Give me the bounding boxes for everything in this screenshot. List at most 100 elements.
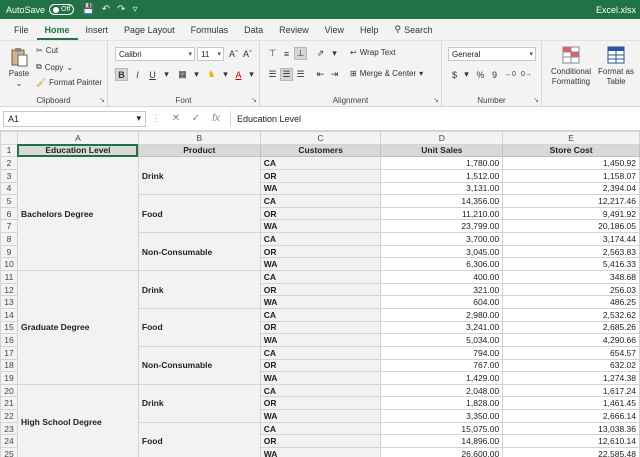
customers-cell[interactable]: CA xyxy=(259,383,382,398)
customers-cell[interactable]: CA xyxy=(259,345,382,360)
unit-sales-cell[interactable]: 23,799.00 xyxy=(380,219,504,234)
customers-cell[interactable]: WA xyxy=(259,295,382,309)
customers-cell[interactable]: WA xyxy=(259,333,382,347)
row-header[interactable]: 8 xyxy=(0,232,18,246)
unit-sales-cell[interactable]: 26,600.00 xyxy=(380,447,504,457)
customers-cell[interactable]: WA xyxy=(259,181,382,196)
unit-sales-cell[interactable]: 3,350.00 xyxy=(380,409,504,423)
header-unit-sales[interactable]: Unit Sales xyxy=(380,143,504,158)
row-header[interactable]: 7 xyxy=(0,219,18,234)
store-cost-cell[interactable]: 1,274.38 xyxy=(502,371,640,385)
row-header[interactable]: 25 xyxy=(0,447,18,457)
customers-cell[interactable]: CA xyxy=(259,421,382,436)
row-header[interactable]: 5 xyxy=(0,194,18,208)
percent-icon[interactable]: % xyxy=(474,68,487,81)
redo-icon[interactable]: ↷ xyxy=(117,4,125,15)
row-header[interactable]: 14 xyxy=(0,307,18,322)
column-header-a[interactable]: A xyxy=(16,131,139,145)
header-store-cost[interactable]: Store Cost xyxy=(502,143,640,158)
chevron-down-icon[interactable]: ▾ xyxy=(160,68,173,81)
row-header[interactable]: 16 xyxy=(0,333,18,347)
unit-sales-cell[interactable]: 794.00 xyxy=(380,345,504,360)
unit-sales-cell[interactable]: 14,896.00 xyxy=(380,434,504,449)
align-center-icon[interactable]: ☰ xyxy=(280,68,293,81)
customers-cell[interactable]: CA xyxy=(259,270,382,284)
product-cell[interactable]: Non-Consumable xyxy=(137,232,261,272)
tab-formulas[interactable]: Formulas xyxy=(183,25,237,40)
row-header[interactable]: 12 xyxy=(0,282,18,297)
format-as-table-button[interactable]: Format as Table xyxy=(596,45,636,87)
row-header[interactable]: 24 xyxy=(0,434,18,449)
customers-cell[interactable]: OR xyxy=(259,168,382,183)
name-box[interactable]: A1 ▾ xyxy=(3,110,146,127)
column-header-e[interactable]: E xyxy=(502,131,640,145)
conditional-formatting-button[interactable]: Conditional Formatting xyxy=(546,45,596,87)
store-cost-cell[interactable]: 348.68 xyxy=(502,270,640,284)
product-cell[interactable]: Food xyxy=(137,421,261,457)
search-box[interactable]: ⚲ Search xyxy=(387,24,441,40)
chevron-down-icon[interactable]: ▾ xyxy=(328,47,341,60)
formula-input[interactable]: Education Level xyxy=(230,110,640,127)
customers-cell[interactable]: CA xyxy=(259,307,382,322)
unit-sales-cell[interactable]: 11,210.00 xyxy=(380,206,504,221)
store-cost-cell[interactable]: 22,585.48 xyxy=(502,447,640,457)
unit-sales-cell[interactable]: 1,512.00 xyxy=(380,168,504,183)
store-cost-cell[interactable]: 654.57 xyxy=(502,345,640,360)
enter-icon[interactable]: ✓ xyxy=(186,113,206,124)
chevron-down-icon[interactable]: ▾ xyxy=(190,68,203,81)
align-middle-icon[interactable]: ≡ xyxy=(280,47,293,60)
header-customers[interactable]: Customers xyxy=(259,143,382,158)
customers-cell[interactable]: OR xyxy=(259,282,382,297)
decrease-font-size-icon[interactable]: Aˇ xyxy=(241,47,254,60)
row-header[interactable]: 18 xyxy=(0,358,18,373)
insert-function-icon[interactable]: fx xyxy=(206,113,226,124)
font-size-select[interactable]: 11 ▾ xyxy=(197,47,224,61)
unit-sales-cell[interactable]: 3,131.00 xyxy=(380,181,504,196)
tab-page-layout[interactable]: Page Layout xyxy=(116,25,183,40)
customers-cell[interactable]: OR xyxy=(259,396,382,411)
education-level-cell[interactable]: Graduate Degree xyxy=(16,270,139,385)
align-bottom-icon[interactable]: ⊥ xyxy=(294,47,307,60)
align-right-icon[interactable]: ☰ xyxy=(294,68,307,81)
unit-sales-cell[interactable]: 14,356.00 xyxy=(380,194,504,208)
unit-sales-cell[interactable]: 1,780.00 xyxy=(380,156,504,170)
store-cost-cell[interactable]: 1,450.92 xyxy=(502,156,640,170)
select-all-corner[interactable] xyxy=(0,131,18,145)
store-cost-cell[interactable]: 2,563.83 xyxy=(502,244,640,259)
increase-font-size-icon[interactable]: Aˆ xyxy=(227,47,240,60)
row-header[interactable]: 20 xyxy=(0,383,18,398)
increase-decimal-icon[interactable]: ←0 xyxy=(504,68,517,81)
column-header-c[interactable]: C xyxy=(259,131,382,145)
row-header[interactable]: 6 xyxy=(0,206,18,221)
row-header[interactable]: 3 xyxy=(0,168,18,183)
fill-color-icon[interactable]: ♞ xyxy=(205,68,218,81)
unit-sales-cell[interactable]: 3,045.00 xyxy=(380,244,504,259)
tab-view[interactable]: View xyxy=(317,25,352,40)
store-cost-cell[interactable]: 2,685.26 xyxy=(502,320,640,335)
row-header[interactable]: 1 xyxy=(0,143,18,158)
undo-icon[interactable]: ↶ xyxy=(102,4,110,15)
store-cost-cell[interactable]: 12,217.46 xyxy=(502,194,640,208)
unit-sales-cell[interactable]: 1,828.00 xyxy=(380,396,504,411)
unit-sales-cell[interactable]: 400.00 xyxy=(380,270,504,284)
unit-sales-cell[interactable]: 5,034.00 xyxy=(380,333,504,347)
dialog-launcher-icon[interactable]: ↘ xyxy=(251,96,257,104)
customers-cell[interactable]: WA xyxy=(259,219,382,234)
customize-toolbar-icon[interactable]: ▿ xyxy=(132,4,137,15)
dialog-launcher-icon[interactable]: ↘ xyxy=(99,96,105,104)
font-color-icon[interactable]: A xyxy=(232,68,245,81)
customers-cell[interactable]: OR xyxy=(259,434,382,449)
row-header[interactable]: 2 xyxy=(0,156,18,170)
dialog-launcher-icon[interactable]: ↘ xyxy=(533,96,539,104)
font-name-select[interactable]: Calibri ▾ xyxy=(115,47,195,61)
store-cost-cell[interactable]: 632.02 xyxy=(502,358,640,373)
row-header[interactable]: 17 xyxy=(0,345,18,360)
tab-insert[interactable]: Insert xyxy=(78,25,117,40)
header-product[interactable]: Product xyxy=(137,143,261,158)
store-cost-cell[interactable]: 2,394.04 xyxy=(502,181,640,196)
customers-cell[interactable]: OR xyxy=(259,320,382,335)
unit-sales-cell[interactable]: 2,980.00 xyxy=(380,307,504,322)
unit-sales-cell[interactable]: 604.00 xyxy=(380,295,504,309)
customers-cell[interactable]: OR xyxy=(259,206,382,221)
chevron-down-icon[interactable]: ▾ xyxy=(460,68,473,81)
